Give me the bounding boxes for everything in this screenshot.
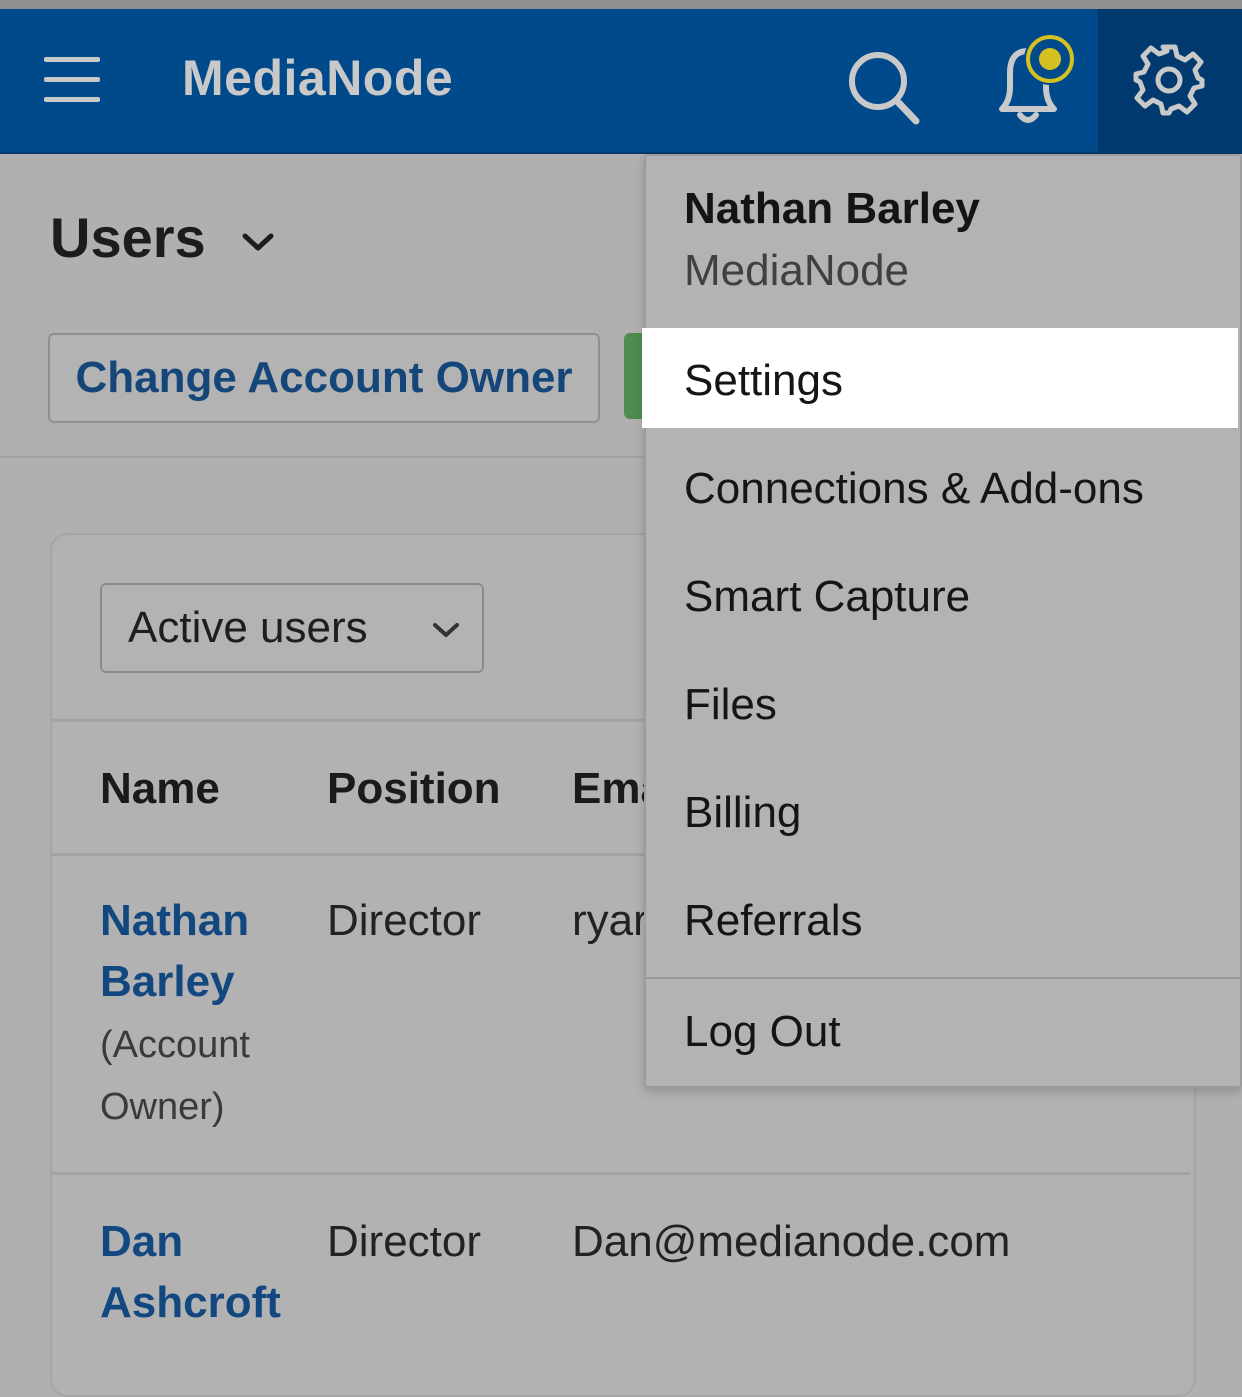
account-dropdown-menu: Nathan Barley MediaNode Settings Connect… [642, 154, 1242, 1088]
hamburger-menu-icon[interactable] [44, 57, 100, 103]
account-owner-note: (Account Owner) [100, 1014, 250, 1138]
menu-item-billing[interactable]: Billing [646, 760, 1240, 860]
brand-name: MediaNode [182, 50, 454, 106]
menu-item-label: Billing [684, 788, 802, 837]
gear-icon [1133, 44, 1205, 116]
note-line: (Account [100, 1024, 250, 1066]
notification-bell-icon[interactable] [992, 31, 1084, 127]
user-position: Director [327, 1217, 482, 1266]
menu-item-settings[interactable]: Settings [642, 328, 1238, 428]
menu-item-referrals[interactable]: Referrals [646, 868, 1240, 968]
top-strip [0, 0, 1242, 9]
column-header-name[interactable]: Name [100, 764, 220, 814]
chevron-down-icon [433, 623, 459, 637]
menu-item-logout[interactable]: Log Out [646, 979, 1240, 1079]
menu-item-label: Referrals [684, 896, 863, 945]
page-title-dropdown[interactable]: Users [50, 205, 275, 270]
menu-item-label: Settings [684, 356, 843, 405]
filter-value: Active users [128, 603, 368, 652]
change-account-owner-button[interactable]: Change Account Owner [48, 333, 600, 423]
settings-gear-button[interactable] [1098, 9, 1242, 152]
user-position: Director [327, 896, 482, 945]
menu-item-files[interactable]: Files [646, 652, 1240, 752]
name-line: Dan [100, 1217, 184, 1266]
user-email: ryar [572, 896, 648, 945]
user-email: Dan@medianode.com [572, 1217, 1011, 1266]
column-header-position[interactable]: Position [327, 764, 501, 814]
navbar: MediaNode [0, 9, 1242, 154]
name-line: Barley [100, 957, 235, 1006]
search-icon[interactable] [846, 49, 922, 127]
user-name-link[interactable]: Dan Ashcroft [100, 1211, 281, 1333]
menu-item-label: Smart Capture [684, 572, 971, 621]
dropdown-user-name: Nathan Barley [684, 184, 980, 233]
menu-item-smart-capture[interactable]: Smart Capture [646, 544, 1240, 644]
user-name-link[interactable]: Nathan Barley [100, 890, 249, 1012]
menu-item-label: Log Out [684, 1007, 841, 1056]
chevron-down-icon [242, 233, 274, 251]
user-filter-select[interactable]: Active users [100, 583, 484, 673]
menu-item-connections[interactable]: Connections & Add-ons [646, 436, 1240, 536]
name-line: Ashcroft [100, 1278, 281, 1327]
dropdown-org-name: MediaNode [684, 246, 910, 295]
menu-item-label: Connections & Add-ons [684, 464, 1144, 513]
name-line: Nathan [100, 896, 250, 945]
note-line: Owner) [100, 1086, 225, 1128]
table-divider [52, 1172, 1190, 1175]
page-title: Users [50, 206, 206, 269]
menu-item-label: Files [684, 680, 777, 729]
